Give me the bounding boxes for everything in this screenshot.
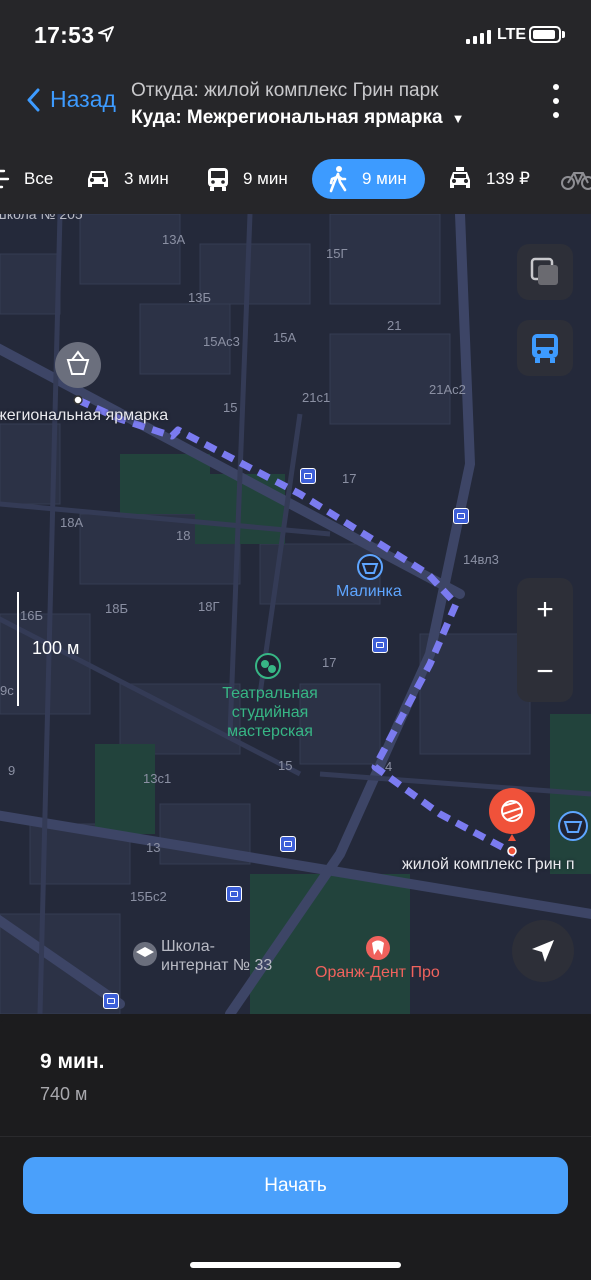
bike-icon <box>561 172 591 190</box>
more-menu-button[interactable] <box>546 84 566 118</box>
building-number: 9 <box>8 763 16 778</box>
layers-button[interactable] <box>517 244 573 300</box>
building-number: 13А <box>162 232 186 247</box>
map-view[interactable]: 13А 13Б 15Г 15Ас3 15А 21 21с1 21Ас2 15 1… <box>0 214 591 1014</box>
layers-icon <box>530 257 558 285</box>
building-number: 21 <box>387 318 402 333</box>
route-header: Назад Откуда: жилой комплекс Грин парк К… <box>0 70 591 150</box>
mode-walk[interactable]: 9 мин <box>312 159 425 199</box>
status-bar: 17:53 LTE <box>0 0 591 70</box>
destination-label[interactable]: жегиональная ярмарка <box>0 407 168 425</box>
bus-stop-icon[interactable] <box>372 637 388 653</box>
route-from[interactable]: Откуда: жилой комплекс Грин парк <box>131 80 438 102</box>
building-number: 18Б <box>105 601 128 616</box>
mode-bike[interactable] <box>561 159 591 199</box>
mode-all[interactable]: Все <box>0 159 53 199</box>
bus-icon <box>532 334 558 363</box>
building-number: 14вл3 <box>463 552 499 567</box>
route-duration: 9 мин. <box>40 1050 105 1073</box>
route-to-selector[interactable]: Куда: Межрегиональная ярмарка ▼ <box>131 107 464 129</box>
mode-car-label: 3 мин <box>124 169 169 188</box>
walk-icon <box>329 166 347 193</box>
transport-modes-bar: Все 3 мин 9 мин 9 мин 139 ₽ <box>0 150 591 214</box>
poi-malinka-label[interactable]: Малинка <box>336 583 402 601</box>
bus-stop-icon[interactable] <box>280 836 296 852</box>
origin-label[interactable]: жилой комплекс Грин п <box>402 856 575 874</box>
divider <box>0 1136 591 1137</box>
building-number: 16Б <box>20 608 43 623</box>
building-number: 17 <box>322 655 337 670</box>
bus-stop-icon[interactable] <box>226 886 242 902</box>
mode-transit[interactable]: 9 мин <box>205 159 288 199</box>
filter-icon <box>0 169 10 189</box>
battery-icon <box>529 26 561 43</box>
network-label: LTE <box>497 26 527 43</box>
building-number: 15А <box>273 330 297 345</box>
transit-layer-button[interactable] <box>517 320 573 376</box>
building-number: 15Бс2 <box>130 889 167 904</box>
scale-bar <box>17 592 19 706</box>
car-icon <box>88 171 108 187</box>
mode-car[interactable]: 3 мин <box>84 159 169 199</box>
building-number: 15Ас3 <box>203 334 240 349</box>
bus-stop-icon[interactable] <box>300 468 316 484</box>
building-number: 15 <box>278 758 293 773</box>
location-arrow-icon <box>98 26 114 42</box>
scale-label: 100 м <box>32 638 80 658</box>
building-number: 15 <box>223 400 238 415</box>
my-location-button[interactable] <box>512 920 574 982</box>
building-number: 13с1 <box>143 771 172 786</box>
zoom-control: + − <box>517 578 573 702</box>
building-number: 21Ас2 <box>429 382 466 397</box>
battery-tip <box>562 31 565 38</box>
signal-icon <box>466 30 491 44</box>
back-label: Назад <box>50 86 116 112</box>
building-number: 9с <box>0 683 14 698</box>
zoom-out-button[interactable]: − <box>517 642 573 702</box>
mode-transit-label: 9 мин <box>243 169 288 188</box>
building-number: 4 <box>385 759 393 774</box>
taxi-icon <box>450 167 470 188</box>
navigation-arrow-icon <box>532 940 554 962</box>
route-distance: 740 м <box>40 1084 88 1104</box>
mode-all-label: Все <box>24 169 54 188</box>
start-button[interactable]: Начать <box>23 1157 568 1214</box>
status-time: 17:53 <box>34 22 95 48</box>
zoom-in-button[interactable]: + <box>517 580 573 640</box>
mode-walk-label: 9 мин <box>362 169 407 188</box>
building-number: 13Б <box>188 290 211 305</box>
building-number: 15Г <box>326 246 348 261</box>
caret-down-icon: ▼ <box>451 110 465 126</box>
poi-school-label[interactable]: Школа- интернат № 33 <box>161 937 272 975</box>
poi-dentist-label[interactable]: Оранж-Дент Про <box>315 964 440 982</box>
back-button[interactable]: Назад <box>26 86 116 113</box>
bus-icon <box>208 168 228 191</box>
building-number: 21с1 <box>302 390 331 405</box>
school-top-label: Школа № 205 <box>0 214 83 222</box>
home-indicator[interactable] <box>190 1262 401 1268</box>
route-to: Куда: Межрегиональная ярмарка <box>131 107 443 128</box>
mode-taxi-label: 139 ₽ <box>486 169 530 188</box>
poi-theatre-label[interactable]: Театральная студийная мастерская <box>218 684 322 741</box>
chevron-left-icon <box>27 88 40 111</box>
bus-stop-icon[interactable] <box>103 993 119 1009</box>
building-number: 18А <box>60 515 84 530</box>
building-number: 18 <box>176 528 191 543</box>
mode-taxi[interactable]: 139 ₽ <box>446 159 530 199</box>
building-number: 17 <box>342 471 357 486</box>
building-number: 18Г <box>198 599 220 614</box>
bus-stop-icon[interactable] <box>453 508 469 524</box>
building-number: 13 <box>146 840 161 855</box>
route-summary-sheet: 9 мин. 740 м Начать <box>0 1014 591 1280</box>
